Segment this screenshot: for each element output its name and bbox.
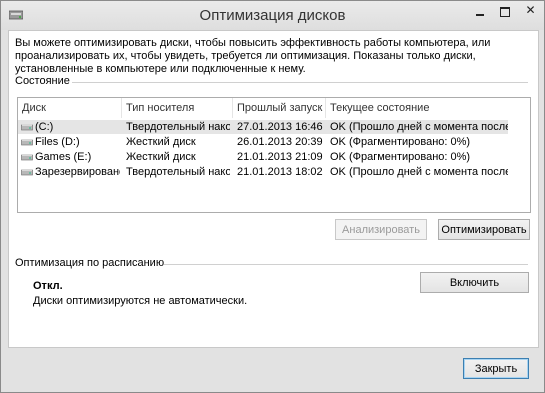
cell-disk: Зарезервировано ... [35, 166, 120, 178]
schedule-description: Диски оптимизируются не автоматически. [33, 295, 248, 307]
table-row[interactable]: Зарезервировано ... Твердотельный накоп.… [18, 165, 508, 179]
enable-schedule-button[interactable]: Включить [420, 272, 529, 293]
cell-last-run: 27.01.2013 16:46 [237, 121, 323, 133]
status-section-divider [72, 82, 528, 83]
schedule-status: Откл. [33, 280, 63, 292]
cell-last-run: 26.01.2013 20:39 [237, 136, 323, 148]
minimize-button[interactable] [467, 1, 493, 21]
drive-icon [21, 124, 33, 131]
cell-last-run: 21.01.2013 18:02 [237, 166, 323, 178]
cell-last-run: 21.01.2013 21:09 [237, 151, 323, 163]
column-media-type[interactable]: Тип носителя [126, 102, 194, 114]
column-divider[interactable] [121, 98, 122, 118]
close-icon: ✕ [525, 3, 536, 17]
cell-disk: Files (D:) [35, 136, 80, 148]
drive-icon [21, 169, 33, 176]
column-current-state[interactable]: Текущее состояние [330, 102, 429, 114]
cell-disk: (C:) [35, 121, 54, 133]
drive-icon [21, 139, 33, 146]
schedule-section-label: Оптимизация по расписанию [15, 257, 165, 269]
optimize-button[interactable]: Оптимизировать [438, 219, 530, 240]
window-title: Оптимизация дисков [199, 7, 346, 24]
optimize-drives-window: Оптимизация дисков ✕ Вы можете оптимизир… [0, 0, 545, 393]
schedule-section-divider [164, 264, 528, 265]
analyze-button[interactable]: Анализировать [335, 219, 427, 240]
cell-state: OK (Прошло дней с момента последне... [330, 121, 508, 133]
table-row[interactable]: Files (D:) Жесткий диск 26.01.2013 20:39… [18, 135, 508, 149]
close-window-button[interactable]: ✕ [517, 1, 544, 21]
list-header: Диск Тип носителя Прошлый запуск Текущее… [18, 98, 530, 118]
status-section-label: Состояние [15, 75, 70, 87]
table-row[interactable]: (C:) Твердотельный накоп... 27.01.2013 1… [18, 120, 508, 134]
cell-state: OK (Фрагментировано: 0%) [330, 136, 471, 148]
cell-media: Твердотельный накоп... [126, 121, 230, 133]
maximize-button[interactable] [493, 1, 517, 21]
cell-state: OK (Прошло дней с момента последне... [330, 166, 508, 178]
table-row[interactable]: Games (E:) Жесткий диск 21.01.2013 21:09… [18, 150, 508, 164]
drives-list[interactable]: Диск Тип носителя Прошлый запуск Текущее… [17, 97, 531, 213]
maximize-icon [500, 7, 510, 17]
minimize-icon [476, 14, 484, 16]
description-text: Вы можете оптимизировать диски, чтобы по… [15, 37, 491, 75]
drive-icon [21, 154, 33, 161]
column-divider[interactable] [325, 98, 326, 118]
close-button[interactable]: Закрыть [463, 358, 529, 379]
cell-media: Жесткий диск [126, 136, 196, 148]
cell-media: Твердотельный накоп... [126, 166, 230, 178]
column-divider[interactable] [232, 98, 233, 118]
title-bar[interactable]: Оптимизация дисков ✕ [1, 1, 544, 30]
column-disk[interactable]: Диск [22, 102, 46, 114]
cell-media: Жесткий диск [126, 151, 196, 163]
cell-disk: Games (E:) [35, 151, 92, 163]
main-panel: Вы можете оптимизировать диски, чтобы по… [8, 30, 539, 348]
cell-state: OK (Фрагментировано: 0%) [330, 151, 471, 163]
column-last-run[interactable]: Прошлый запуск [237, 102, 322, 114]
